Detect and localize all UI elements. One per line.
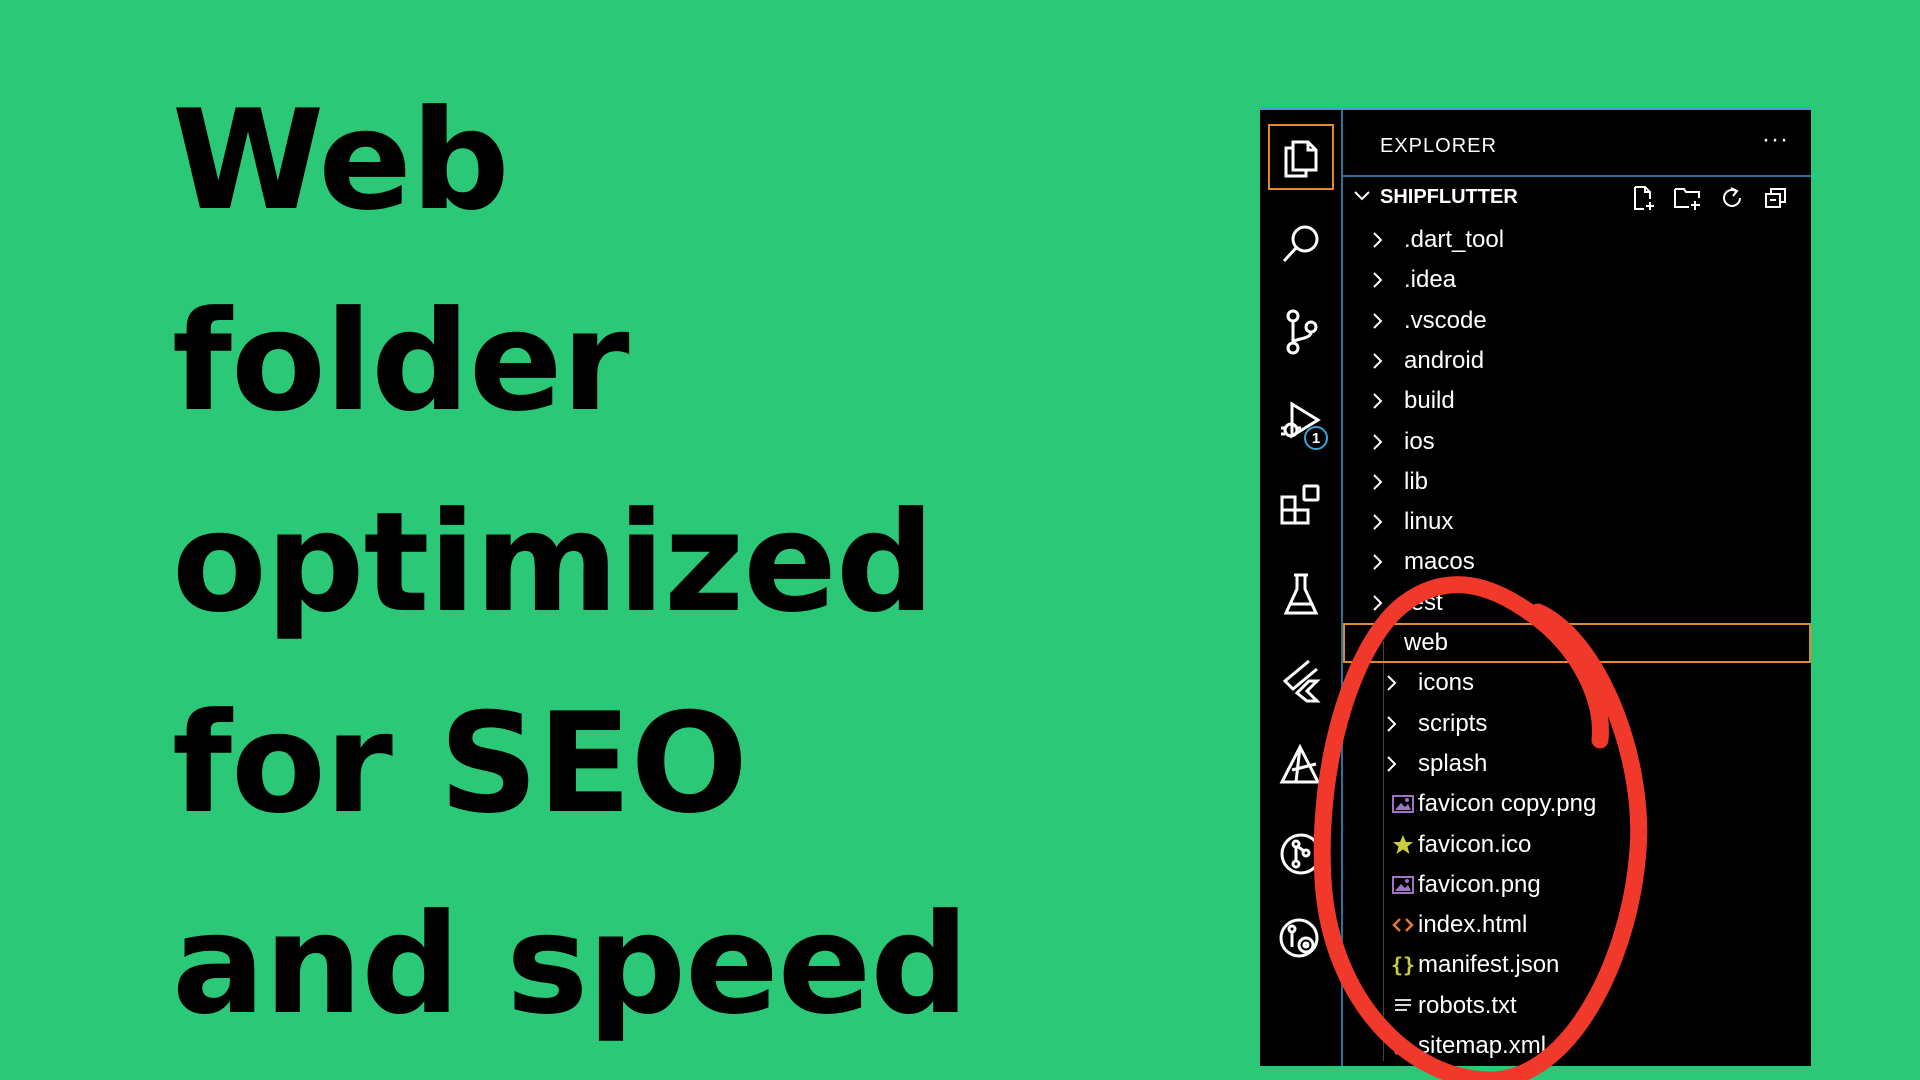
folder-linux[interactable]: linux bbox=[1343, 502, 1811, 542]
dart-devtools-icon[interactable] bbox=[1268, 732, 1334, 798]
explorer-title: EXPLORER bbox=[1380, 135, 1497, 157]
explorer-activity-icon[interactable] bbox=[1268, 124, 1334, 190]
more-actions-icon[interactable]: ··· bbox=[1762, 126, 1789, 154]
tree-item-label: macos bbox=[1404, 548, 1475, 576]
debug-badge: 1 bbox=[1304, 426, 1328, 450]
tree-item-label: icons bbox=[1418, 669, 1475, 697]
chevron-right-icon bbox=[1373, 514, 1383, 530]
workspace-section-header[interactable]: SHIPFLUTTER bbox=[1343, 177, 1811, 217]
chevron-right-icon bbox=[1387, 675, 1397, 692]
git-graph-icon[interactable] bbox=[1268, 821, 1334, 887]
tree-item-label: linux bbox=[1404, 508, 1454, 536]
tree-item-label: web bbox=[1404, 629, 1449, 656]
chevron-right-icon bbox=[1387, 715, 1397, 732]
folder-build[interactable]: build bbox=[1343, 381, 1811, 421]
tree-item-label: lib bbox=[1404, 467, 1429, 495]
activity-bar: 1 bbox=[1260, 110, 1343, 1066]
explorer-header: EXPLORER ··· bbox=[1343, 110, 1811, 177]
tree-item-label: splash bbox=[1418, 749, 1488, 777]
file-robots-txt[interactable]: robots.txt bbox=[1343, 986, 1811, 1026]
vscode-window: 1 EXPLORER ··· SHIPFLUTTER .dart_tool .i… bbox=[1260, 107, 1811, 1066]
chevron-right-icon bbox=[1373, 393, 1383, 409]
search-icon[interactable] bbox=[1268, 211, 1334, 277]
headline-line-5: and speed bbox=[172, 884, 969, 1045]
headline-line-3: optimized bbox=[172, 482, 935, 643]
folder-lib[interactable]: lib bbox=[1343, 462, 1811, 502]
file-manifest-json[interactable]: {} manifest.json bbox=[1343, 945, 1811, 985]
image-file-icon bbox=[1391, 792, 1415, 816]
headline-line-4: for SEO bbox=[172, 683, 748, 844]
folder-ios[interactable]: ios bbox=[1343, 422, 1811, 462]
tree-item-label: test bbox=[1404, 588, 1443, 616]
tree-item-label: ios bbox=[1404, 427, 1435, 455]
chevron-right-icon bbox=[1373, 312, 1383, 329]
folder-web[interactable]: web bbox=[1343, 623, 1811, 663]
folder-idea[interactable]: .idea bbox=[1343, 260, 1811, 300]
folder-vscode[interactable]: .vscode bbox=[1343, 301, 1811, 341]
tree-item-label: .vscode bbox=[1404, 306, 1487, 334]
tree-item-label: .dart_tool bbox=[1404, 226, 1505, 253]
new-file-icon[interactable] bbox=[1629, 184, 1659, 212]
file-favicon-png[interactable]: favicon.png bbox=[1343, 865, 1811, 905]
chevron-right-icon bbox=[1373, 554, 1383, 571]
tree-item-label: sitemap.xml bbox=[1418, 1032, 1547, 1059]
chevron-right-icon bbox=[1373, 353, 1383, 369]
folder-dart-tool[interactable]: .dart_tool bbox=[1343, 220, 1811, 260]
file-favicon-copy-png[interactable]: favicon copy.png bbox=[1343, 784, 1811, 824]
folder-splash[interactable]: splash bbox=[1343, 744, 1811, 784]
folder-android[interactable]: android bbox=[1343, 341, 1811, 381]
file-favicon-ico[interactable]: favicon.ico bbox=[1343, 825, 1811, 865]
folder-macos[interactable]: macos bbox=[1343, 542, 1811, 582]
flutter-icon[interactable] bbox=[1268, 647, 1334, 713]
json-file-icon: {} bbox=[1390, 953, 1416, 978]
tree-item-label: favicon copy.png bbox=[1418, 790, 1597, 818]
remote-explorer-icon[interactable] bbox=[1268, 905, 1334, 971]
folder-test[interactable]: test bbox=[1343, 583, 1811, 623]
tree-item-label: .idea bbox=[1404, 266, 1457, 294]
chevron-right-icon bbox=[1373, 474, 1383, 490]
chevron-right-icon bbox=[1373, 232, 1383, 248]
headline: Web folder optimized for SEO and speed bbox=[172, 60, 1052, 1065]
chevron-right-icon bbox=[1373, 433, 1383, 450]
collapse-all-icon[interactable] bbox=[1761, 184, 1791, 212]
chevron-down-icon bbox=[1354, 191, 1370, 201]
tree-item-label: scripts bbox=[1418, 709, 1488, 737]
source-control-icon[interactable] bbox=[1268, 299, 1334, 365]
extensions-icon[interactable] bbox=[1268, 473, 1334, 539]
folder-scripts[interactable]: scripts bbox=[1343, 704, 1811, 744]
headline-line-1: Web bbox=[172, 80, 510, 241]
text-file-icon bbox=[1391, 994, 1415, 1018]
tree-item-label: android bbox=[1404, 346, 1485, 374]
star-file-icon bbox=[1391, 833, 1415, 857]
html-file-icon bbox=[1391, 913, 1415, 937]
run-debug-icon[interactable]: 1 bbox=[1268, 388, 1334, 454]
file-index-html[interactable]: index.html bbox=[1343, 905, 1811, 945]
explorer-sidebar: EXPLORER ··· SHIPFLUTTER .dart_tool .ide… bbox=[1343, 110, 1811, 1066]
tree-item-label: build bbox=[1404, 387, 1455, 415]
tree-item-label: index.html bbox=[1418, 911, 1528, 939]
folder-icons[interactable]: icons bbox=[1343, 663, 1811, 703]
headline-line-2: folder bbox=[172, 281, 630, 442]
file-sitemap-xml[interactable]: sitemap.xml bbox=[1343, 1026, 1811, 1066]
section-actions bbox=[1629, 184, 1791, 212]
workspace-name: SHIPFLUTTER bbox=[1380, 186, 1518, 208]
tree-item-label: robots.txt bbox=[1418, 991, 1517, 1019]
chevron-right-icon bbox=[1387, 756, 1397, 772]
refresh-icon[interactable] bbox=[1717, 184, 1747, 212]
tree-item-label: favicon.ico bbox=[1418, 830, 1532, 858]
new-folder-icon[interactable] bbox=[1673, 184, 1703, 212]
image-file-icon bbox=[1391, 873, 1415, 897]
chevron-right-icon bbox=[1373, 594, 1383, 611]
testing-flask-icon[interactable] bbox=[1268, 561, 1334, 627]
tree-item-label: manifest.json bbox=[1418, 951, 1560, 979]
rss-file-icon bbox=[1391, 1034, 1415, 1058]
tree-item-label: favicon.png bbox=[1418, 870, 1541, 898]
chevron-right-icon bbox=[1373, 272, 1383, 289]
